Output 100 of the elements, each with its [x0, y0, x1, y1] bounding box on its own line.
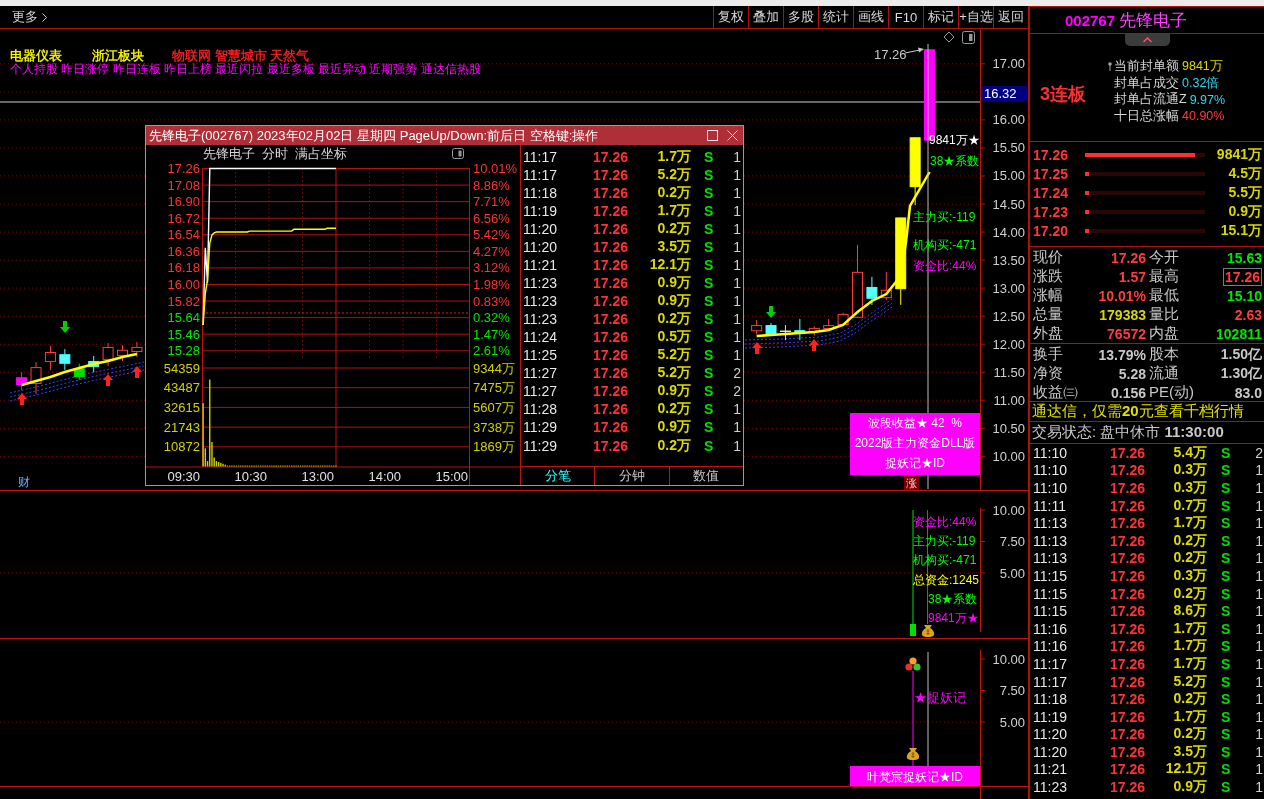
quote-label: 最高	[1149, 267, 1179, 286]
trade-time: 11:19	[1033, 708, 1068, 725]
trade-side: S	[1221, 480, 1231, 496]
trade-count: 1	[1255, 779, 1263, 796]
trade-volume: 0.2万	[656, 436, 691, 455]
trade-time: 11:13	[1033, 550, 1068, 567]
trade-count: 1	[733, 347, 741, 364]
amount-axis-label: 9344万	[473, 360, 515, 376]
quote-value: 10.01%	[1098, 287, 1146, 304]
trade-price: 17.26	[591, 185, 628, 202]
trade-count: 1	[1255, 708, 1263, 725]
trade-time: 11:10	[1033, 462, 1068, 479]
trade-count: 1	[733, 149, 741, 165]
price-axis-label: 16.54	[167, 227, 200, 243]
trade-count: 1	[733, 203, 741, 220]
trade-time: 11:27	[523, 383, 558, 400]
trade-price: 17.26	[1108, 620, 1145, 637]
quote-label: 收益㈢	[1033, 383, 1078, 402]
indicator-text: 捉妖记★ID	[885, 456, 945, 470]
trade-side: S	[704, 383, 714, 400]
trade-side: S	[1221, 585, 1231, 602]
indicator-axis-label: 5.00	[999, 565, 1025, 581]
trade-time: 11:18	[1033, 691, 1068, 708]
trade-price: 17.26	[591, 293, 628, 310]
trade-side: S	[1221, 567, 1231, 584]
indicator-text: 波段收益★ 42 %	[868, 416, 962, 430]
trade-count: 1	[733, 239, 741, 256]
trade-count: 1	[733, 293, 741, 310]
trade-volume: 1.7万	[656, 148, 691, 166]
percent-axis-label: 0.83%	[473, 293, 510, 309]
trade-price: 17.26	[591, 275, 628, 292]
trade-count: 1	[733, 437, 741, 454]
trade-count: 1	[733, 419, 741, 436]
quote-label: 内盘	[1149, 324, 1179, 343]
quote-label: 换手	[1033, 345, 1063, 364]
trade-side: S	[704, 149, 714, 165]
indicator-signal: 主力买:-119	[913, 210, 976, 224]
price-axis-label: 12.50	[992, 308, 1025, 324]
volume-axis-label: 32615	[163, 399, 200, 415]
trade-time: 11:25	[523, 347, 558, 364]
trade-side: S	[704, 365, 714, 382]
trade-count: 1	[1255, 743, 1263, 760]
trade-volume: 3.5万	[656, 238, 691, 257]
limit-up-badge: 涨	[904, 475, 919, 490]
trade-count: 2	[733, 365, 741, 382]
indicator-axis-label: 7.50	[999, 534, 1025, 549]
indicator-signal: 38★系数	[930, 154, 980, 168]
trade-side: S	[704, 347, 714, 364]
quote-label: 流通	[1149, 364, 1179, 383]
trade-side: S	[704, 221, 714, 238]
quote-label: 外盘	[1033, 324, 1063, 343]
trade-count: 1	[1255, 691, 1263, 708]
price-axis-label: 14.50	[992, 196, 1025, 212]
trade-count: 1	[733, 311, 741, 328]
stat-value: 0.32倍	[1182, 74, 1220, 92]
quote-value: 102811	[1216, 325, 1262, 342]
quote-value: 179383	[1099, 306, 1146, 323]
quote-label: 涨幅	[1033, 286, 1063, 305]
window-title: 先锋电子(002767) 2023年02月02日 星期四 PageUp/Down:前后日 空格键:操作	[149, 126, 599, 145]
trade-side: S	[1221, 708, 1231, 725]
trade-price: 17.26	[1108, 532, 1145, 549]
trade-time: 11:21	[1033, 761, 1068, 778]
trade-volume: 1.7万	[1172, 619, 1207, 638]
trade-price: 17.26	[1108, 691, 1145, 708]
trade-price: 17.26	[591, 203, 628, 220]
trade-time: 11:18	[523, 185, 558, 202]
trade-volume: 12.1万	[648, 256, 691, 275]
quote-label: 股本	[1149, 345, 1179, 364]
trade-volume: 0.5万	[656, 328, 691, 347]
trade-time: 11:15	[1033, 585, 1068, 602]
trade-volume: 0.2万	[1172, 549, 1207, 568]
bid-volume: 0.9万	[1228, 202, 1262, 221]
stat-label: 封单占成交	[1114, 74, 1179, 92]
trade-price: 17.26	[591, 311, 628, 328]
trade-count: 1	[1255, 726, 1263, 743]
price-axis-label: 11.00	[993, 392, 1025, 408]
trade-count: 1	[1255, 761, 1263, 778]
percent-axis-label: 10.01%	[473, 162, 518, 176]
trade-time: 11:10	[1033, 444, 1068, 461]
volume-axis-label: 21743	[163, 419, 200, 435]
percent-axis-label: 0.32%	[473, 310, 510, 326]
price-axis-label: 13.50	[992, 252, 1025, 268]
trade-volume: 0.2万	[656, 220, 691, 239]
percent-axis-label: 3.12%	[473, 260, 510, 276]
percent-axis-label: 2.61%	[473, 343, 510, 359]
quote-value: 15.10	[1226, 287, 1262, 304]
trade-time: 11:24	[523, 329, 558, 346]
price-axis-label: 12.00	[992, 336, 1025, 352]
time-axis-label: 14:00	[368, 469, 401, 484]
price-axis-label: 17.26	[167, 162, 200, 176]
quote-value: 15.63	[1226, 249, 1262, 266]
trade-side: S	[1221, 444, 1231, 461]
trade-price: 17.26	[591, 401, 628, 418]
amount-axis-label: 7475万	[473, 380, 515, 396]
price-axis-label: 15.00	[992, 168, 1025, 184]
trade-volume: 0.2万	[1172, 690, 1207, 709]
bid-volume: 9841万	[1216, 145, 1262, 164]
trade-volume: 8.6万	[1172, 602, 1207, 621]
price-axis-label: 16.36	[167, 243, 200, 259]
quote-label: 涨跌	[1033, 267, 1063, 286]
